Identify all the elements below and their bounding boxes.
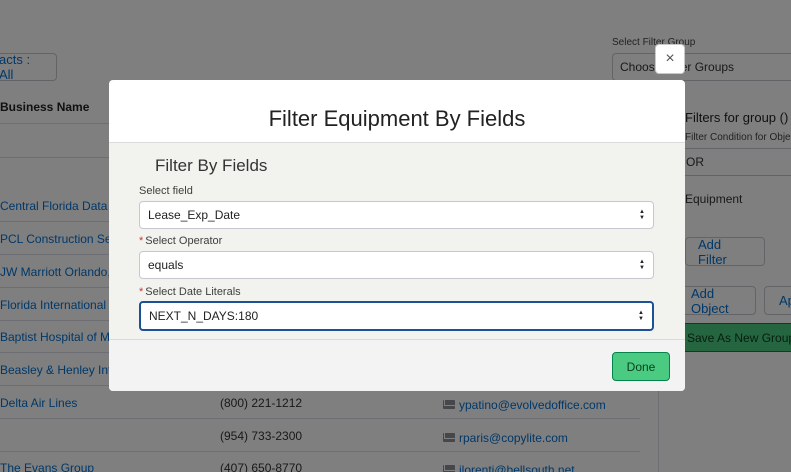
required-marker: *	[139, 235, 144, 247]
required-marker: *	[139, 286, 144, 298]
filter-modal: Filter Equipment By Fields Filter By Fie…	[109, 80, 685, 391]
select-arrows-icon: ▲ ▼	[639, 259, 645, 271]
modal-header: Filter Equipment By Fields	[109, 80, 685, 143]
modal-body: Filter By Fields Select field Lease_Exp_…	[109, 143, 685, 339]
close-glyph: ×	[665, 50, 675, 67]
done-label: Done	[626, 359, 656, 374]
select-operator-label: * Select Operator	[139, 235, 222, 247]
date-literals-label-text: Select Date Literals	[145, 286, 241, 298]
select-arrows-icon: ▲ ▼	[639, 209, 645, 221]
done-button[interactable]: Done	[612, 352, 670, 381]
select-field-label: Select field	[139, 185, 193, 197]
close-icon[interactable]: ×	[655, 44, 685, 74]
select-operator-dropdown[interactable]: equals ▲ ▼	[139, 251, 654, 279]
date-literals-dropdown[interactable]: NEXT_N_DAYS:180 ▲ ▼	[139, 301, 654, 331]
select-field-value: Lease_Exp_Date	[148, 208, 241, 222]
date-literals-label: * Select Date Literals	[139, 286, 241, 298]
operator-label-text: Select Operator	[145, 235, 223, 247]
modal-title: Filter Equipment By Fields	[268, 106, 526, 131]
select-field-dropdown[interactable]: Lease_Exp_Date ▲ ▼	[139, 201, 654, 229]
select-arrows-icon: ▲ ▼	[638, 310, 644, 322]
date-literals-value: NEXT_N_DAYS:180	[149, 309, 259, 323]
modal-footer: Done	[109, 339, 685, 391]
operator-value: equals	[148, 258, 184, 272]
section-title: Filter By Fields	[155, 156, 268, 175]
